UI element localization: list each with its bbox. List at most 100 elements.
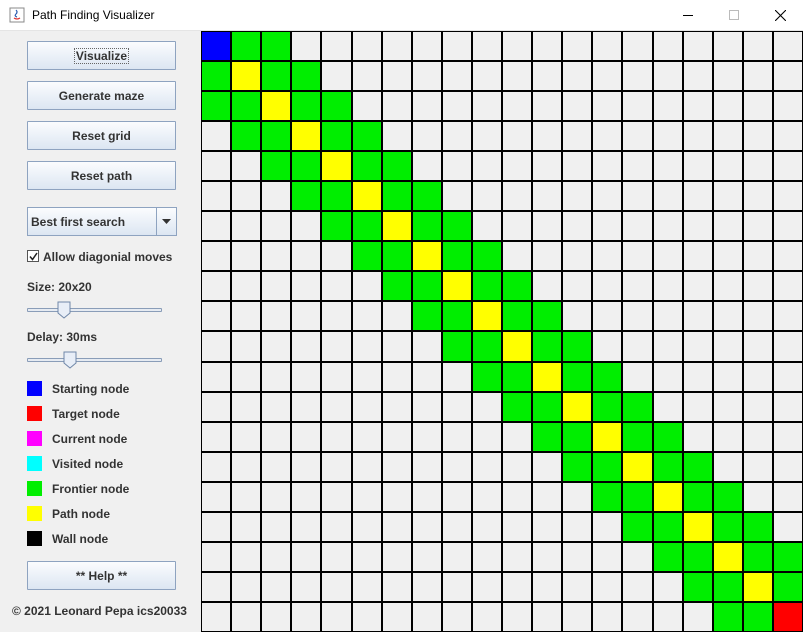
grid-cell[interactable] bbox=[623, 152, 652, 181]
grid-cell[interactable] bbox=[412, 362, 441, 391]
grid-cell[interactable] bbox=[232, 302, 261, 331]
grid-cell[interactable] bbox=[713, 332, 742, 361]
grid-cell-frontier[interactable] bbox=[623, 392, 652, 421]
grid-cell-path[interactable] bbox=[382, 212, 411, 241]
grid-cell-path[interactable] bbox=[262, 92, 291, 121]
grid-cell-frontier[interactable] bbox=[713, 482, 742, 511]
grid-cell[interactable] bbox=[352, 62, 381, 91]
grid-cell[interactable] bbox=[202, 542, 231, 571]
grid-cell[interactable] bbox=[743, 302, 772, 331]
grid-cell[interactable] bbox=[653, 272, 682, 301]
grid-cell-frontier[interactable] bbox=[503, 272, 532, 301]
algorithm-select[interactable]: Best first search bbox=[27, 207, 177, 236]
grid-cell[interactable] bbox=[412, 542, 441, 571]
grid-cell[interactable] bbox=[773, 92, 802, 121]
grid-cell[interactable] bbox=[743, 362, 772, 391]
grid-cell[interactable] bbox=[593, 62, 622, 91]
grid-cell[interactable] bbox=[472, 392, 501, 421]
grid-cell[interactable] bbox=[412, 422, 441, 451]
grid-cell[interactable] bbox=[503, 182, 532, 211]
grid-cell[interactable] bbox=[593, 242, 622, 271]
grid-cell[interactable] bbox=[352, 32, 381, 61]
grid-cell[interactable] bbox=[563, 32, 592, 61]
grid-cell[interactable] bbox=[773, 62, 802, 91]
grid-cell-frontier[interactable] bbox=[352, 122, 381, 151]
grid-cell[interactable] bbox=[593, 602, 622, 631]
grid-cell[interactable] bbox=[262, 392, 291, 421]
grid-cell[interactable] bbox=[773, 512, 802, 541]
grid-cell[interactable] bbox=[683, 602, 712, 631]
grid-cell[interactable] bbox=[442, 182, 471, 211]
grid-cell[interactable] bbox=[322, 482, 351, 511]
grid-cell[interactable] bbox=[773, 392, 802, 421]
grid-cell[interactable] bbox=[533, 512, 562, 541]
delay-slider[interactable] bbox=[27, 351, 162, 371]
grid-cell[interactable] bbox=[412, 392, 441, 421]
grid-cell[interactable] bbox=[593, 512, 622, 541]
grid-cell-frontier[interactable] bbox=[623, 512, 652, 541]
grid-cell[interactable] bbox=[533, 272, 562, 301]
grid-cell[interactable] bbox=[352, 272, 381, 301]
grid-cell[interactable] bbox=[262, 602, 291, 631]
grid-cell[interactable] bbox=[202, 302, 231, 331]
grid-cell[interactable] bbox=[533, 152, 562, 181]
grid-cell[interactable] bbox=[623, 32, 652, 61]
grid-cell[interactable] bbox=[563, 602, 592, 631]
grid-cell-frontier[interactable] bbox=[472, 272, 501, 301]
grid-cell[interactable] bbox=[262, 302, 291, 331]
grid-cell[interactable] bbox=[472, 92, 501, 121]
grid-cell[interactable] bbox=[713, 62, 742, 91]
grid-cell[interactable] bbox=[623, 92, 652, 121]
grid-cell[interactable] bbox=[202, 152, 231, 181]
grid-cell-frontier[interactable] bbox=[352, 152, 381, 181]
grid-cell[interactable] bbox=[262, 542, 291, 571]
grid-cell[interactable] bbox=[743, 212, 772, 241]
grid-cell[interactable] bbox=[412, 572, 441, 601]
grid-cell[interactable] bbox=[292, 572, 321, 601]
grid-cell[interactable] bbox=[232, 182, 261, 211]
grid-cell[interactable] bbox=[232, 422, 261, 451]
grid-cell[interactable] bbox=[533, 452, 562, 481]
grid-cell-frontier[interactable] bbox=[412, 182, 441, 211]
grid-cell[interactable] bbox=[743, 332, 772, 361]
grid-cell[interactable] bbox=[623, 212, 652, 241]
grid-cell[interactable] bbox=[352, 302, 381, 331]
grid-cell[interactable] bbox=[713, 392, 742, 421]
grid-cell[interactable] bbox=[683, 422, 712, 451]
grid-cell[interactable] bbox=[503, 512, 532, 541]
grid-cell[interactable] bbox=[262, 452, 291, 481]
grid-cell[interactable] bbox=[292, 242, 321, 271]
grid-cell-frontier[interactable] bbox=[503, 392, 532, 421]
grid-cell-frontier[interactable] bbox=[683, 542, 712, 571]
grid-cell-frontier[interactable] bbox=[743, 542, 772, 571]
grid-cell[interactable] bbox=[322, 422, 351, 451]
grid-cell[interactable] bbox=[503, 32, 532, 61]
grid-cell[interactable] bbox=[683, 152, 712, 181]
grid-cell[interactable] bbox=[653, 152, 682, 181]
grid-cell[interactable] bbox=[683, 302, 712, 331]
grid-cell-frontier[interactable] bbox=[653, 512, 682, 541]
grid-cell[interactable] bbox=[623, 182, 652, 211]
grid-cell[interactable] bbox=[352, 602, 381, 631]
maximize-button[interactable] bbox=[711, 0, 757, 30]
grid-cell[interactable] bbox=[382, 422, 411, 451]
grid-cell[interactable] bbox=[773, 242, 802, 271]
grid-cell[interactable] bbox=[382, 62, 411, 91]
grid-cell[interactable] bbox=[202, 362, 231, 391]
grid-cell[interactable] bbox=[232, 272, 261, 301]
grid-cell[interactable] bbox=[653, 32, 682, 61]
reset-path-button[interactable]: Reset path bbox=[27, 161, 176, 190]
grid-cell-frontier[interactable] bbox=[533, 422, 562, 451]
grid-cell[interactable] bbox=[202, 212, 231, 241]
grid-cell[interactable] bbox=[503, 122, 532, 151]
grid-cell[interactable] bbox=[232, 602, 261, 631]
grid-cell[interactable] bbox=[773, 482, 802, 511]
grid-cell-frontier[interactable] bbox=[322, 212, 351, 241]
grid-cell[interactable] bbox=[683, 92, 712, 121]
grid-cell-path[interactable] bbox=[533, 362, 562, 391]
grid-cell[interactable] bbox=[262, 272, 291, 301]
grid-cell-start[interactable] bbox=[202, 32, 231, 61]
grid-cell-frontier[interactable] bbox=[352, 242, 381, 271]
grid-cell-frontier[interactable] bbox=[593, 392, 622, 421]
grid-cell[interactable] bbox=[683, 182, 712, 211]
